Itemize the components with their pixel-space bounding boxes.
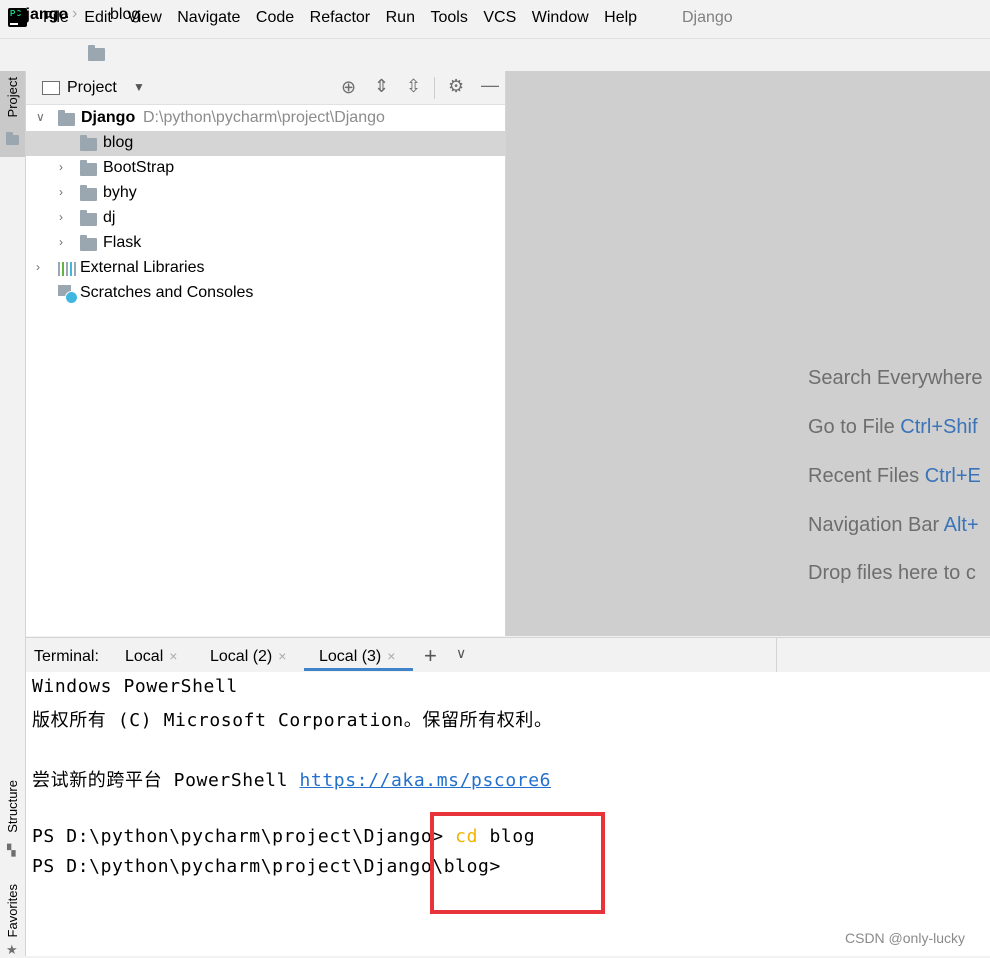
menu-navigate[interactable]: Navigate [177, 9, 240, 27]
tool-tab-structure[interactable]: Structure ▚ [0, 780, 25, 860]
menu-run[interactable]: Run [386, 9, 415, 27]
breadcrumb-folder[interactable]: blog [110, 6, 140, 24]
editor-empty-area [506, 71, 990, 636]
terminal-line-1: Windows PowerShell [32, 676, 238, 697]
folder-icon [80, 160, 97, 176]
chevron-right-icon[interactable]: › [59, 235, 63, 249]
tool-tab-structure-label: Structure [5, 780, 20, 833]
terminal-label: Terminal: [34, 648, 99, 665]
chevron-down-icon[interactable]: ▼ [133, 80, 145, 94]
tree-root-django[interactable]: ∨ Django D:\python\pycharm\project\Djang… [26, 106, 505, 131]
folder-icon [88, 45, 105, 61]
locate-icon[interactable]: ⊕ [341, 77, 356, 98]
close-icon[interactable]: × [169, 648, 177, 664]
tree-item-byhy[interactable]: › byhy [26, 181, 505, 206]
menu-vcs[interactable]: VCS [483, 9, 516, 27]
tree-item-label: byhy [103, 184, 137, 201]
expand-all-icon[interactable]: ⇕ [374, 76, 389, 97]
watermark: CSDN @only-lucky [845, 930, 966, 946]
active-tab-indicator [304, 668, 413, 671]
terminal-tab-local[interactable]: Local × [125, 648, 177, 666]
menu-code[interactable]: Code [256, 9, 294, 27]
project-view-selector[interactable]: Project [67, 79, 117, 97]
chevron-right-icon[interactable]: › [59, 160, 63, 174]
library-icon [58, 262, 76, 276]
window-title: Django [682, 9, 733, 26]
tree-item-label: dj [103, 209, 116, 226]
folder-icon [80, 185, 97, 201]
divider [776, 638, 777, 672]
folder-icon [58, 110, 75, 126]
tree-item-dj[interactable]: › dj [26, 206, 505, 231]
breadcrumb-separator-icon: › [72, 5, 78, 22]
tool-tab-favorites[interactable]: Favorites ★ [0, 884, 25, 957]
close-icon[interactable]: × [278, 648, 286, 664]
collapse-all-icon[interactable]: ⇳ [406, 76, 421, 97]
tree-item-label: blog [103, 134, 134, 151]
chevron-right-icon[interactable]: › [59, 185, 63, 199]
tree-item-label: Flask [103, 234, 142, 251]
gear-icon[interactable]: ⚙ [448, 76, 464, 97]
tree-item-external-libraries[interactable]: › External Libraries [26, 256, 505, 281]
tree-item-flask[interactable]: › Flask [26, 231, 505, 256]
folder-icon [80, 135, 97, 151]
tree-root-label: Django [81, 109, 136, 126]
tree-item-scratches[interactable]: Scratches and Consoles [26, 281, 505, 306]
clock-icon [65, 291, 78, 304]
minimize-icon[interactable]: — [481, 75, 499, 96]
chevron-down-icon[interactable]: ∨ [456, 645, 466, 662]
tree-item-bootstrap[interactable]: › BootStrap [26, 156, 505, 181]
tool-tab-favorites-label: Favorites [5, 884, 20, 938]
hint-drop-files: Drop files here to c [808, 562, 976, 584]
menu-window[interactable]: Window [532, 9, 589, 27]
terminal-line-2: 版权所有 (C) Microsoft Corporation。保留所有权利。 [32, 710, 553, 731]
tree-root-path: D:\python\pycharm\project\Django [143, 109, 385, 126]
project-view-icon [42, 81, 60, 95]
terminal-tab-bar: Terminal: Local × Local (2) × Local (3) × +… [26, 637, 990, 673]
breadcrumb [0, 38, 990, 71]
tree-item-blog[interactable]: blog [26, 131, 505, 156]
menu-refactor[interactable]: Refactor [310, 9, 370, 27]
chevron-down-icon[interactable]: ∨ [36, 110, 45, 124]
tree-item-label: External Libraries [80, 259, 205, 276]
highlight-box [430, 812, 605, 914]
divider [434, 77, 435, 99]
project-panel-header: Project ▼ ⊕ ⇕ ⇳ ⚙ — [26, 71, 505, 105]
structure-icon: ▚ [7, 845, 16, 857]
chevron-right-icon[interactable]: › [36, 260, 40, 274]
menu-help[interactable]: Help [604, 9, 637, 27]
add-tab-icon[interactable]: + [424, 643, 437, 669]
breadcrumb-root[interactable]: Django [14, 6, 68, 24]
terminal-tab-local-2[interactable]: Local (2) × [210, 648, 286, 666]
close-icon[interactable]: × [387, 648, 395, 664]
hint-search-everywhere: Search Everywhere [808, 367, 983, 389]
chevron-right-icon[interactable]: › [59, 210, 63, 224]
terminal-line-3: 尝试新的跨平台 PowerShell https://aka.ms/pscore… [32, 770, 552, 791]
tree-item-label: Scratches and Consoles [80, 284, 254, 301]
menu-tools[interactable]: Tools [430, 9, 467, 27]
hint-navigation-bar: Navigation Bar Alt+ [808, 514, 979, 536]
tool-tab-project-label: Project [5, 77, 20, 118]
terminal-tab-local-3[interactable]: Local (3) × [319, 648, 395, 666]
hint-recent-files: Recent Files Ctrl+E [808, 465, 981, 487]
project-folder-icon [6, 132, 19, 145]
tool-tab-project[interactable]: Project [0, 71, 25, 157]
pscore6-link[interactable]: https://aka.ms/pscore6 [299, 770, 551, 791]
tree-item-label: BootStrap [103, 159, 175, 176]
folder-icon [80, 210, 97, 226]
folder-icon [80, 235, 97, 251]
menu-edit[interactable]: Edit [84, 9, 112, 27]
hint-go-to-file: Go to File Ctrl+Shif [808, 416, 978, 438]
